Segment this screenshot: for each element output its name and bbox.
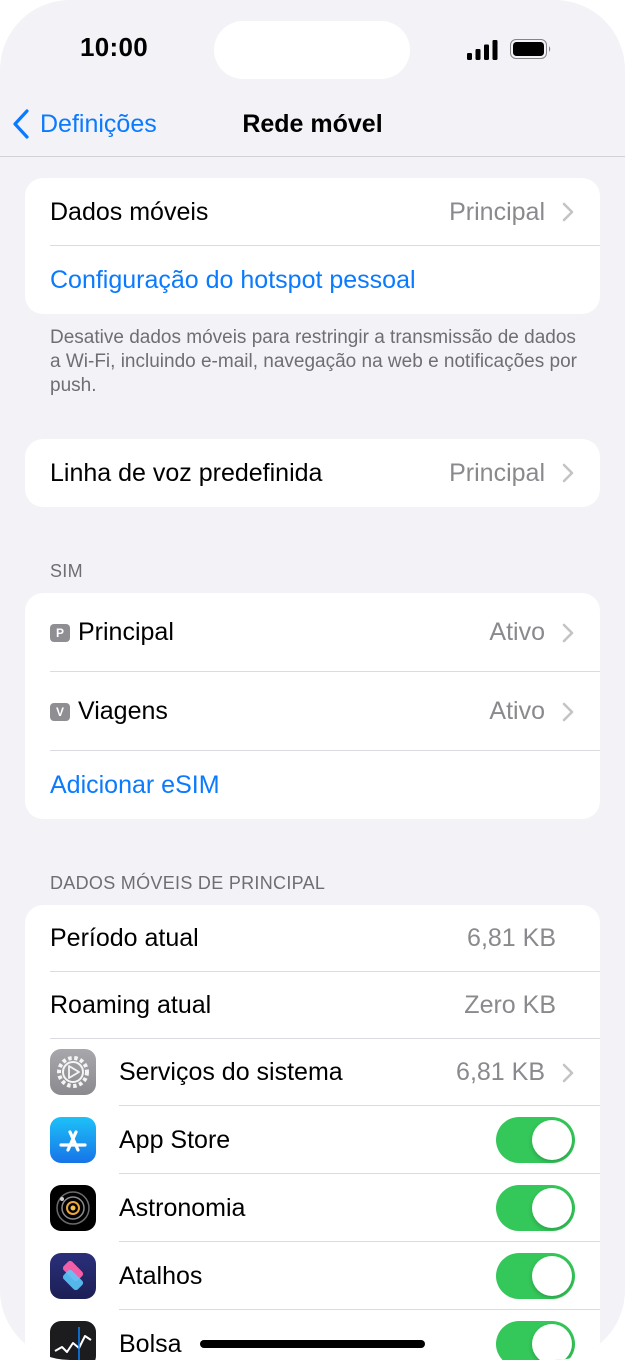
home-indicator[interactable] (200, 1340, 425, 1348)
astronomy-icon (50, 1185, 96, 1231)
app-store-icon (50, 1117, 96, 1163)
chevron-right-icon (562, 202, 574, 222)
hotspot-config-row[interactable]: Configuração do hotspot pessoal (25, 246, 600, 314)
app-label: Atalhos (119, 1261, 203, 1290)
default-voice-line-value: Principal (449, 458, 545, 487)
toggle-knob (532, 1256, 572, 1296)
hotspot-config-link[interactable]: Configuração do hotspot pessoal (50, 266, 416, 295)
usage-section-header: DADOS MÓVEIS DE PRINCIPAL (50, 873, 326, 893)
mobile-data-footnote: Desative dados móveis para restringir a … (50, 327, 577, 396)
bolsa-data-toggle[interactable] (496, 1321, 575, 1360)
page-title: Rede móvel (242, 110, 383, 138)
current-period-value: 6,81 KB (467, 924, 556, 952)
astronomia-data-toggle[interactable] (496, 1185, 575, 1231)
default-voice-line-row[interactable]: Linha de voz predefinida Principal (25, 439, 600, 507)
mobile-data-label: Dados móveis (50, 197, 209, 226)
add-esim-link[interactable]: Adicionar eSIM (50, 771, 220, 800)
sim-section-header: SIM (50, 561, 83, 581)
status-time: 10:00 (80, 32, 148, 62)
app-label: Serviços do sistema (119, 1058, 343, 1086)
chevron-right-icon (562, 1063, 574, 1082)
app-label: Astronomia (119, 1193, 246, 1222)
navigation-bar: Definições Rede móvel (0, 96, 625, 157)
atalhos-data-toggle[interactable] (496, 1253, 575, 1299)
mobile-data-value: Principal (449, 197, 545, 226)
app-usage-value: 6,81 KB (456, 1058, 545, 1086)
sim-status: Ativo (489, 697, 545, 725)
shortcuts-icon (50, 1253, 96, 1299)
sim-row-principal[interactable]: P Principal Ativo (25, 593, 600, 672)
current-roaming-label: Roaming atual (50, 991, 212, 1019)
app-label: App Store (119, 1125, 231, 1154)
app-row-bolsa: Bolsa (25, 1310, 600, 1360)
app-row-app-store: App Store (25, 1106, 600, 1174)
mobile-data-row[interactable]: Dados móveis Principal (25, 178, 600, 246)
screen: 10:00 Definições Rede móvel Dados móveis… (0, 0, 625, 1360)
dynamic-island (214, 21, 410, 79)
toggle-knob (532, 1120, 572, 1160)
default-voice-line-label: Linha de voz predefinida (50, 458, 323, 487)
current-roaming-row: Roaming atual Zero KB (25, 972, 600, 1039)
sim-label: Viagens (78, 697, 168, 725)
add-esim-row[interactable]: Adicionar eSIM (25, 751, 600, 819)
chevron-right-icon (562, 463, 574, 483)
stocks-icon (50, 1321, 96, 1360)
sim-group: P Principal Ativo V Viagens Ativo Adicio… (25, 593, 600, 819)
sim-row-viagens[interactable]: V Viagens Ativo (25, 672, 600, 751)
app-row-astronomia: Astronomia (25, 1174, 600, 1242)
status-bar: 10:00 (0, 0, 625, 100)
toggle-knob (532, 1188, 572, 1228)
chevron-right-icon (562, 623, 574, 642)
mobile-data-group: Dados móveis Principal Configuração do h… (25, 178, 600, 314)
sim-label: Principal (78, 618, 174, 646)
cellular-signal-icon (467, 40, 498, 60)
voice-line-group: Linha de voz predefinida Principal (25, 439, 600, 507)
usage-group: Período atual 6,81 KB Roaming atual Zero… (25, 905, 600, 1360)
toggle-knob (532, 1324, 572, 1360)
sim-badge-icon: V (50, 702, 70, 721)
sim-status: Ativo (489, 618, 545, 646)
sim-badge-icon: P (50, 623, 70, 642)
app-row-atalhos: Atalhos (25, 1242, 600, 1310)
system-services-gear-icon (50, 1049, 96, 1095)
current-period-label: Período atual (50, 924, 199, 952)
chevron-right-icon (562, 702, 574, 721)
current-roaming-value: Zero KB (464, 991, 556, 1019)
current-period-row: Período atual 6,81 KB (25, 905, 600, 972)
app-row-system-services[interactable]: Serviços do sistema 6,81 KB (25, 1039, 600, 1106)
battery-full-icon (510, 39, 551, 59)
app-label: Bolsa (119, 1329, 182, 1358)
app-store-data-toggle[interactable] (496, 1117, 575, 1163)
